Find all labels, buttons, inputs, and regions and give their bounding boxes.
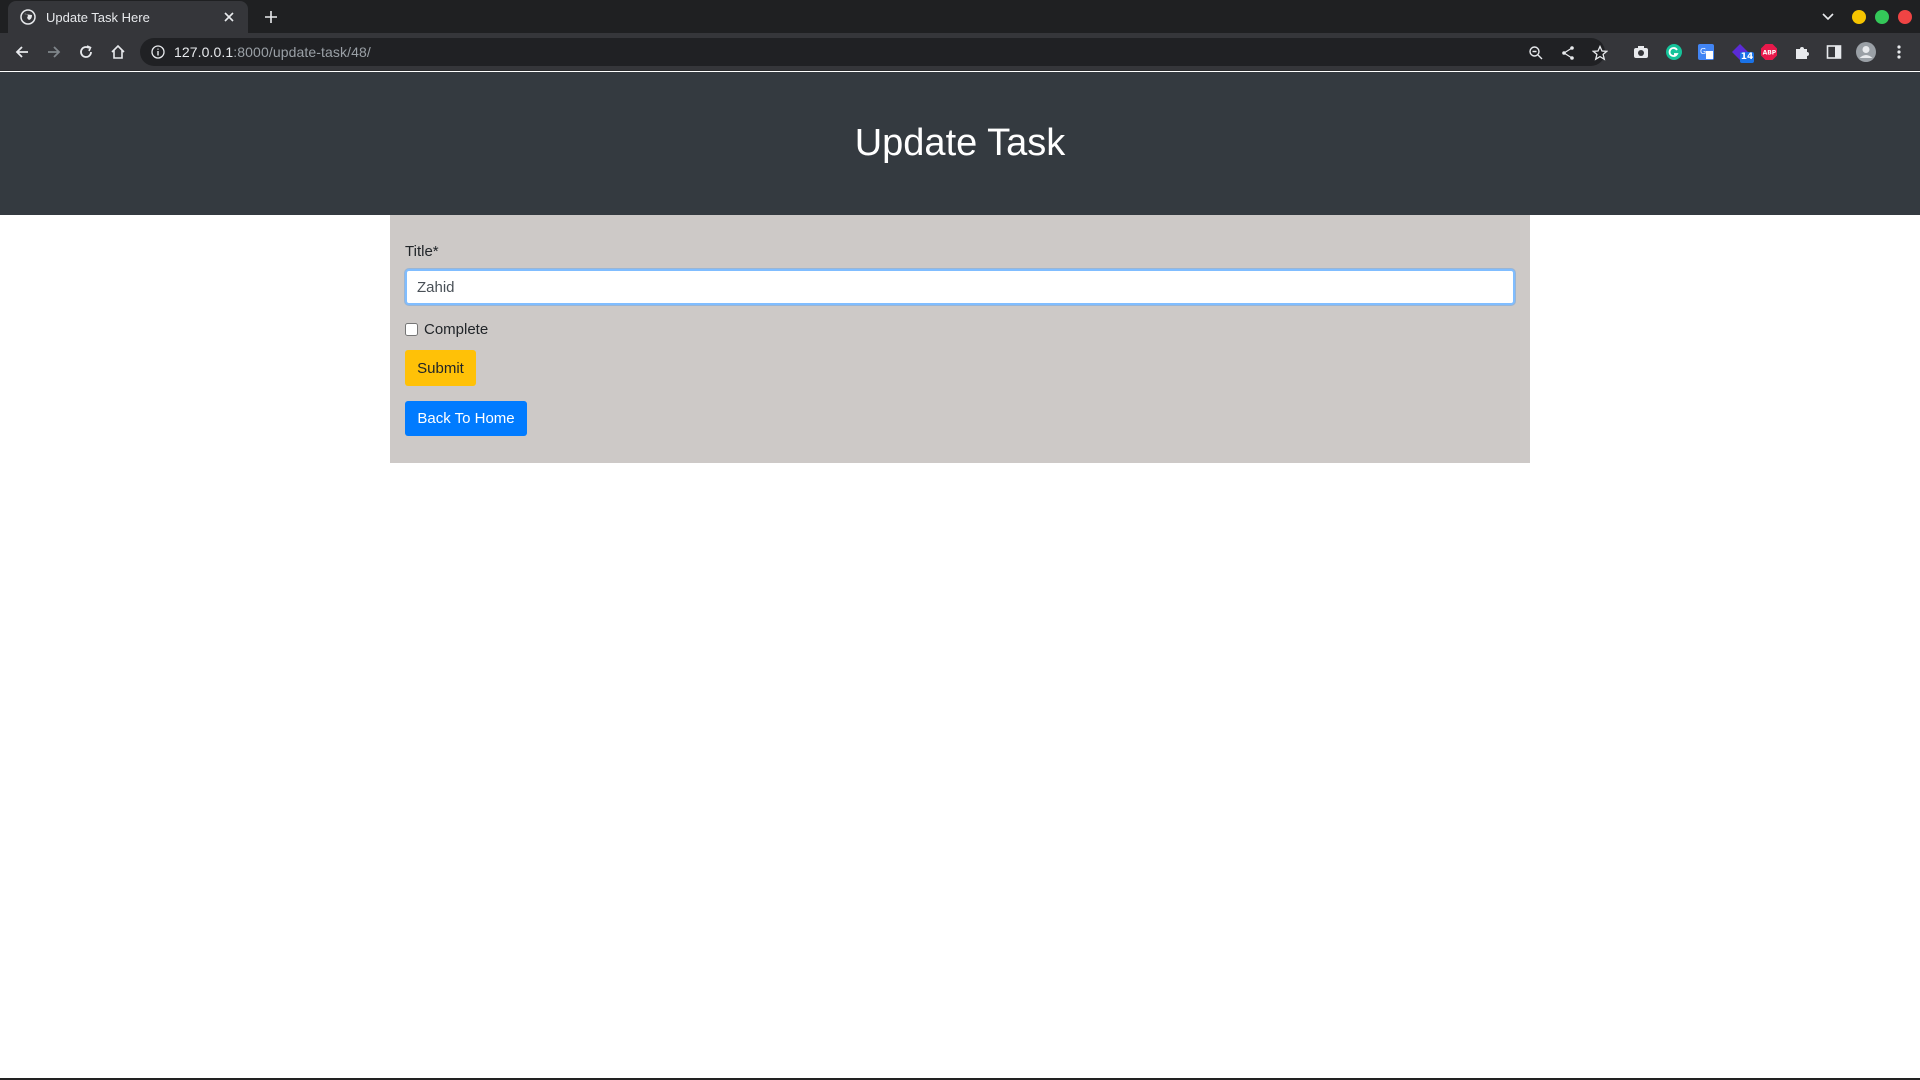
reload-button[interactable] bbox=[74, 40, 98, 64]
minimize-button[interactable] bbox=[1852, 10, 1866, 24]
browser-tab[interactable]: Update Task Here bbox=[8, 1, 248, 33]
tab-title: Update Task Here bbox=[46, 9, 150, 25]
svg-text:G: G bbox=[1700, 47, 1706, 56]
title-label: Title* bbox=[405, 243, 439, 260]
reload-icon bbox=[80, 45, 92, 58]
maximize-button[interactable] bbox=[1875, 10, 1889, 24]
back-button[interactable] bbox=[10, 40, 34, 64]
plus-icon bbox=[265, 11, 277, 23]
back-to-home-button[interactable]: Back To Home bbox=[405, 401, 527, 436]
side-panel-icon[interactable] bbox=[1823, 41, 1845, 63]
avatar[interactable] bbox=[1855, 41, 1877, 63]
zoom-icon[interactable] bbox=[1527, 44, 1545, 62]
arrow-right-icon bbox=[48, 46, 61, 58]
info-icon[interactable] bbox=[150, 44, 166, 60]
url-path: :8000/update-task/48/ bbox=[233, 44, 371, 60]
puzzle-icon[interactable] bbox=[1791, 41, 1813, 63]
browser-toolbar: 127.0.0.1:8000/update-task/48/ G 14 ABP bbox=[0, 33, 1920, 71]
new-tab-button[interactable] bbox=[260, 6, 282, 28]
chevron-down-icon bbox=[1822, 13, 1834, 21]
translate-icon[interactable]: G bbox=[1695, 41, 1717, 63]
tab-search-button[interactable] bbox=[1818, 7, 1838, 27]
url-text: 127.0.0.1:8000/update-task/48/ bbox=[174, 44, 371, 60]
globe-icon bbox=[20, 9, 36, 25]
close-window-button[interactable] bbox=[1898, 10, 1912, 24]
browser-tabstrip: Update Task Here bbox=[0, 0, 1920, 33]
address-bar[interactable]: 127.0.0.1:8000/update-task/48/ bbox=[140, 38, 1608, 66]
star-icon[interactable] bbox=[1591, 44, 1609, 62]
home-icon bbox=[111, 44, 125, 59]
url-host: 127.0.0.1 bbox=[174, 44, 234, 60]
submit-button[interactable]: Submit bbox=[405, 350, 476, 386]
svg-text:ABP: ABP bbox=[1763, 50, 1777, 57]
update-task-form: Title* Complete Submit Back To Home bbox=[390, 215, 1530, 463]
arrow-left-icon bbox=[15, 46, 28, 58]
home-button[interactable] bbox=[106, 40, 130, 64]
complete-checkbox[interactable] bbox=[405, 323, 418, 336]
forward-button[interactable] bbox=[42, 40, 66, 64]
grammarly-icon[interactable] bbox=[1663, 41, 1685, 63]
complete-label: Complete bbox=[424, 321, 489, 338]
page-header: Update Task bbox=[0, 72, 1920, 215]
page-title: Update Task bbox=[854, 122, 1066, 164]
adblock-icon[interactable]: ABP bbox=[1758, 41, 1780, 63]
complete-row: Complete bbox=[405, 321, 1515, 338]
title-input[interactable] bbox=[405, 269, 1515, 305]
page-content: Update Task Title* Complete Submit Back … bbox=[0, 72, 1920, 1080]
kebab-menu-icon[interactable] bbox=[1888, 41, 1910, 63]
close-icon[interactable] bbox=[220, 8, 238, 26]
extension-badge-icon[interactable]: 14 bbox=[1729, 41, 1754, 63]
share-icon[interactable] bbox=[1559, 44, 1577, 62]
extension-badge: 14 bbox=[1740, 52, 1754, 63]
camera-icon[interactable] bbox=[1630, 41, 1652, 63]
